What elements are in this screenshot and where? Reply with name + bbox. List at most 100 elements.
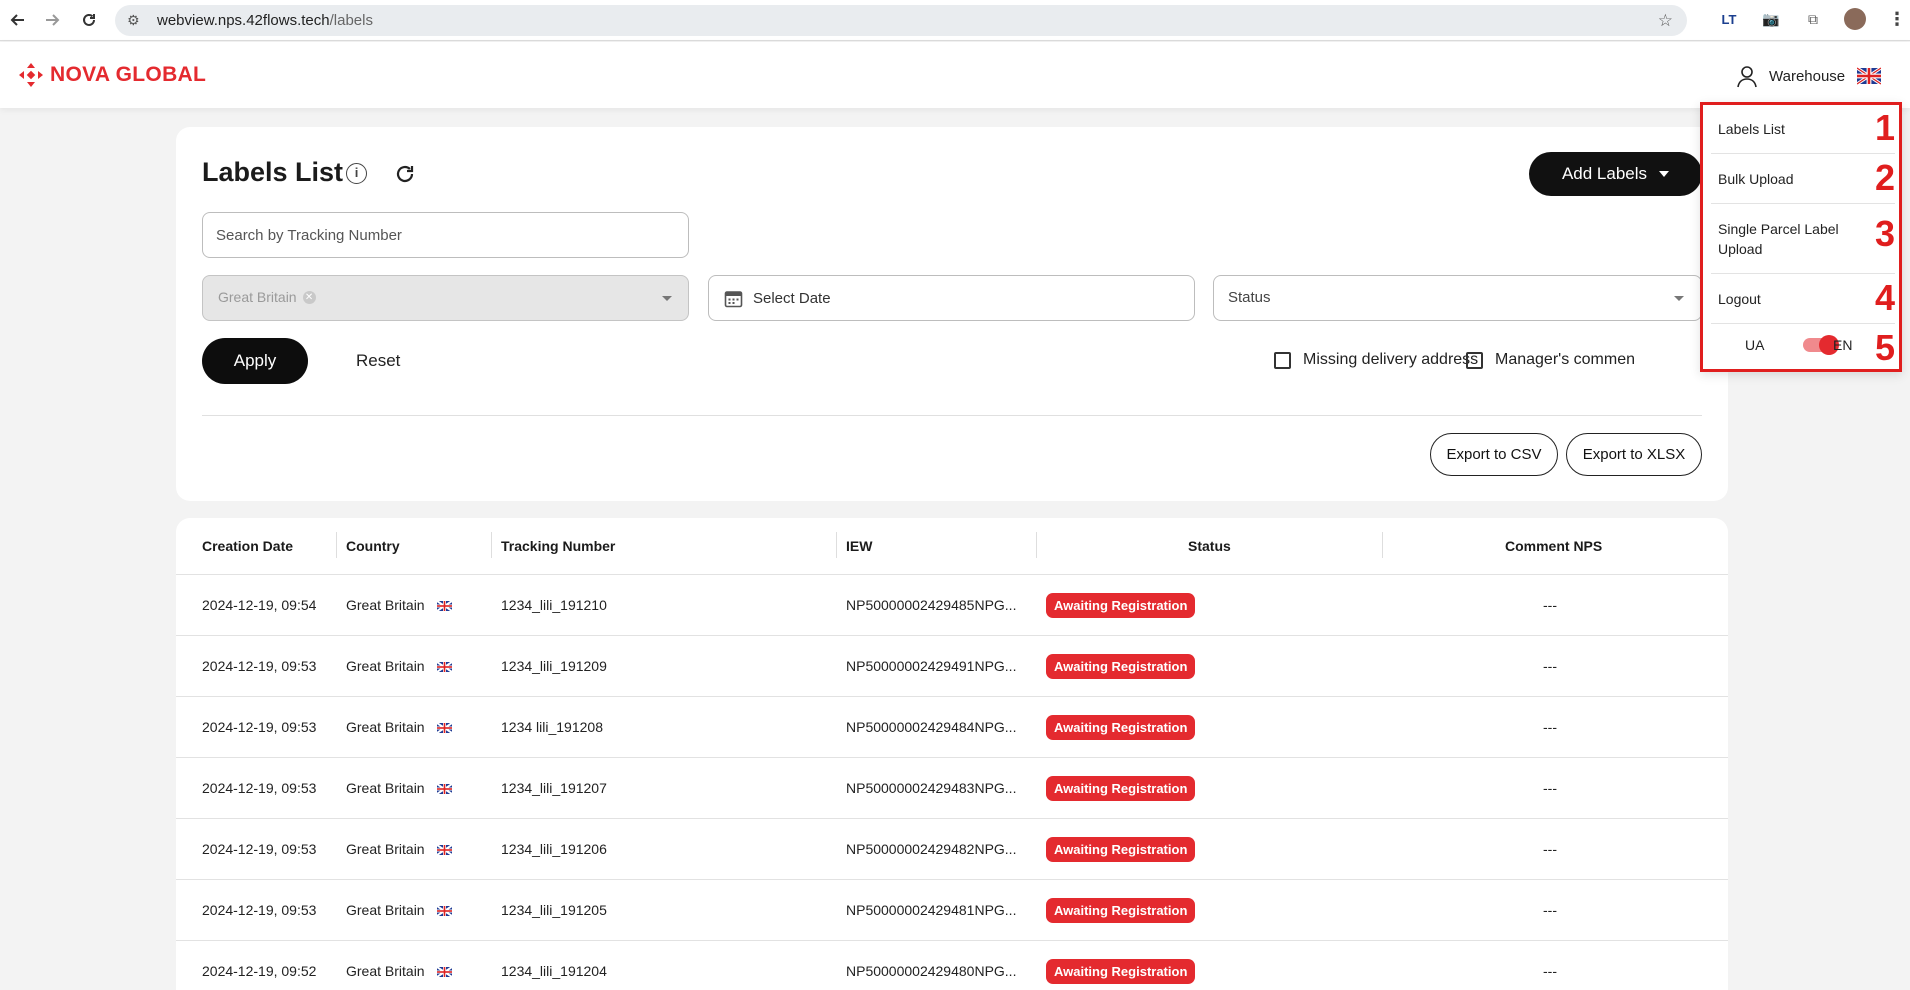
extensions-puzzle-icon[interactable]: ⧉ [1802, 8, 1824, 30]
status-badge: Awaiting Registration [1046, 837, 1196, 862]
bookmark-star-icon[interactable]: ☆ [1658, 11, 1673, 31]
table-row[interactable]: 2024-12-19, 09:53 Great Britain 1234 lil… [176, 696, 1728, 757]
uk-flag-icon [436, 906, 452, 917]
missing-address-checkbox[interactable]: Missing delivery address [1274, 351, 1478, 369]
languagetool-extension-icon[interactable]: LT [1718, 8, 1740, 30]
country-name: Great Britain [346, 902, 425, 918]
checkbox-icon[interactable] [1466, 351, 1483, 369]
column-divider [336, 532, 337, 558]
table-row[interactable]: 2024-12-19, 09:52 Great Britain 1234_lil… [176, 940, 1728, 990]
cell-tracking-number: 1234_lili_191210 [501, 597, 607, 613]
cell-creation-date: 2024-12-19, 09:53 [202, 658, 317, 674]
cell-comment-nps: --- [1543, 719, 1557, 735]
browser-toolbar: ⚙ webview.nps.42flows.tech/labels ☆ LT 📷… [0, 0, 1910, 41]
labels-table: Creation Date Country Tracking Number IE… [176, 518, 1728, 990]
cell-iew: NP50000002429482NPG... [846, 841, 1017, 857]
country-name: Great Britain [346, 658, 425, 674]
language-toggle[interactable] [1803, 335, 1839, 355]
status-badge: Awaiting Registration [1046, 654, 1196, 679]
chevron-down-icon [1674, 296, 1684, 301]
manager-comment-label: Manager's commen [1495, 351, 1635, 368]
cell-country: Great Britain [346, 758, 452, 819]
table-row[interactable]: 2024-12-19, 09:53 Great Britain 1234_lil… [176, 879, 1728, 940]
url-path: /labels [329, 12, 373, 29]
browser-menu-icon[interactable]: ⋮ [1886, 8, 1908, 30]
column-header-tracking-number[interactable]: Tracking Number [501, 518, 615, 574]
cell-comment-nps: --- [1543, 597, 1557, 613]
cell-tracking-number: 1234_lili_191209 [501, 658, 607, 674]
table-row[interactable]: 2024-12-19, 09:53 Great Britain 1234_lil… [176, 757, 1728, 818]
cell-iew: NP50000002429484NPG... [846, 719, 1017, 735]
status-placeholder: Status [1228, 289, 1271, 306]
cell-comment-nps: --- [1543, 841, 1557, 857]
column-divider [1036, 532, 1037, 558]
back-arrow-icon[interactable] [1, 3, 35, 37]
status-select[interactable]: Status [1213, 275, 1702, 321]
column-header-status[interactable]: Status [1188, 518, 1231, 574]
menu-item-labels-list[interactable]: Labels List [1718, 119, 1888, 139]
menu-item-single-parcel-upload[interactable]: Single Parcel Label Upload [1718, 219, 1868, 259]
cell-iew: NP50000002429485NPG... [846, 597, 1017, 613]
annotation-number: 2 [1874, 157, 1895, 198]
apply-button[interactable]: Apply [202, 338, 308, 384]
export-csv-button[interactable]: Export to CSV [1430, 433, 1558, 476]
table-row[interactable]: 2024-12-19, 09:54 Great Britain 1234_lil… [176, 574, 1728, 635]
reset-button[interactable]: Reset [356, 338, 400, 384]
country-name: Great Britain [346, 780, 425, 796]
date-placeholder: Select Date [753, 289, 831, 307]
country-chip-label: Great Britain [218, 289, 297, 305]
forward-arrow-icon[interactable] [35, 3, 69, 37]
url-host: webview.nps.42flows.tech [157, 12, 330, 29]
user-dropdown-menu: Labels List 1 Bulk Upload 2 Single Parce… [1700, 102, 1902, 372]
uk-flag-icon [436, 784, 452, 795]
cell-country: Great Britain [346, 575, 452, 636]
country-name: Great Britain [346, 719, 425, 735]
menu-item-logout[interactable]: Logout [1718, 289, 1888, 309]
user-menu-trigger[interactable]: Warehouse [1735, 64, 1891, 88]
logo-text: NOVA GLOBAL [50, 63, 207, 86]
logo-mark-icon [19, 63, 43, 87]
missing-address-label: Missing delivery address [1303, 351, 1479, 368]
cell-creation-date: 2024-12-19, 09:53 [202, 780, 317, 796]
add-labels-button[interactable]: Add Labels [1529, 152, 1702, 196]
country-chip: Great Britain ✕ [218, 289, 316, 305]
camera-extension-icon[interactable]: 📷 [1760, 8, 1782, 30]
info-icon[interactable]: i [346, 163, 367, 184]
column-divider [1382, 532, 1383, 558]
table-row[interactable]: 2024-12-19, 09:53 Great Britain 1234_lil… [176, 635, 1728, 696]
uk-flag-icon [436, 662, 452, 673]
address-bar[interactable]: ⚙ webview.nps.42flows.tech/labels ☆ [115, 5, 1687, 36]
table-row[interactable]: 2024-12-19, 09:53 Great Britain 1234_lil… [176, 818, 1728, 879]
nova-global-logo[interactable]: NOVA GLOBAL [18, 62, 206, 88]
calendar-icon [724, 290, 743, 307]
cell-creation-date: 2024-12-19, 09:52 [202, 963, 317, 979]
checkbox-icon[interactable] [1274, 351, 1291, 369]
uk-flag-icon [436, 967, 452, 978]
refresh-icon[interactable] [393, 162, 417, 186]
profile-avatar[interactable] [1844, 8, 1866, 30]
country-name: Great Britain [346, 597, 425, 613]
country-select[interactable]: Great Britain ✕ [202, 275, 689, 321]
cell-country: Great Britain [346, 697, 452, 758]
cell-creation-date: 2024-12-19, 09:53 [202, 902, 317, 918]
language-ua-label[interactable]: UA [1745, 337, 1764, 353]
page-title: Labels List [202, 157, 344, 187]
site-settings-icon[interactable]: ⚙ [127, 12, 149, 29]
column-header-iew[interactable]: IEW [846, 518, 872, 574]
cell-country: Great Britain [346, 880, 452, 941]
reload-icon[interactable] [72, 3, 106, 37]
cell-country: Great Britain [346, 819, 452, 880]
chip-remove-icon[interactable]: ✕ [302, 290, 316, 304]
country-name: Great Britain [346, 963, 425, 979]
column-header-creation-date[interactable]: Creation Date [202, 518, 293, 574]
date-picker-field[interactable]: Select Date [708, 275, 1195, 321]
column-header-country[interactable]: Country [346, 518, 400, 574]
manager-comment-checkbox[interactable]: Manager's commen [1466, 351, 1702, 369]
language-en-label[interactable]: EN [1833, 337, 1852, 353]
export-xlsx-button[interactable]: Export to XLSX [1566, 433, 1702, 476]
menu-divider [1711, 273, 1895, 274]
cell-comment-nps: --- [1543, 963, 1557, 979]
menu-item-bulk-upload[interactable]: Bulk Upload [1718, 169, 1888, 189]
column-header-comment-nps[interactable]: Comment NPS [1505, 518, 1602, 574]
tracking-search-input[interactable] [202, 212, 689, 258]
